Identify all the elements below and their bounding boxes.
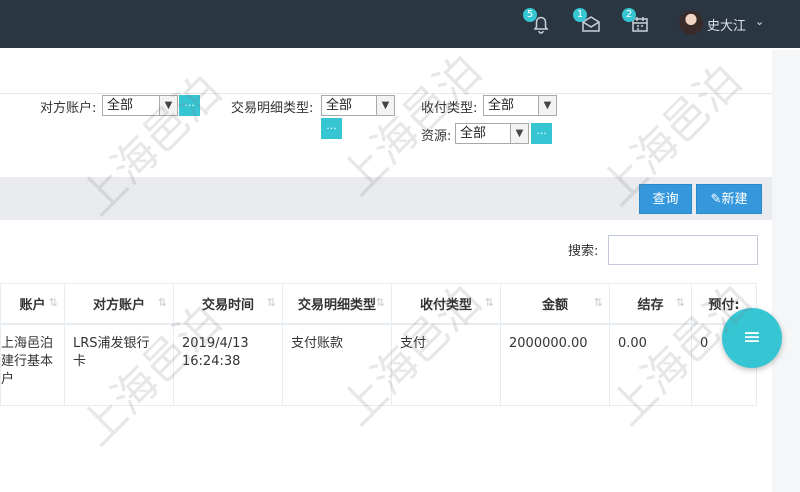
cell-time: 2019/4/13 16:24:38	[173, 323, 283, 406]
message-badge: 1	[573, 8, 587, 22]
pay-type-label: 收付类型:	[421, 101, 478, 116]
counterparty-account-value: 全部	[107, 98, 134, 113]
col-account[interactable]: 账户 ⇅	[0, 283, 65, 325]
new-button-label: 新建	[721, 192, 748, 207]
chevron-down-icon: ▼	[510, 124, 528, 143]
search-label: 搜索:	[568, 244, 599, 259]
avatar[interactable]	[679, 11, 703, 35]
sort-icon: ⇅	[48, 296, 58, 309]
detail-type-label: 交易明细类型:	[231, 101, 314, 116]
inbox-messages[interactable]: 1	[573, 8, 603, 36]
col-balance[interactable]: 结存 ⇅	[609, 283, 692, 325]
notification-bell[interactable]: 5	[523, 8, 553, 36]
quick-menu-button[interactable]: ≡	[722, 308, 782, 368]
counterparty-account-label: 对方账户:	[40, 101, 97, 116]
col-detail-type[interactable]: 交易明细类型 ⇅	[282, 283, 392, 325]
detail-type-select[interactable]: 全部 ▼	[321, 95, 395, 116]
sort-icon: ⇅	[675, 296, 685, 309]
source-more-button[interactable]: ...	[531, 123, 552, 144]
source-label: 资源:	[421, 129, 452, 144]
chevron-down-icon: ▼	[538, 96, 556, 115]
tasks-calendar[interactable]: 2	[622, 8, 652, 36]
col-time[interactable]: 交易时间 ⇅	[173, 283, 283, 325]
pencil-icon: ✎	[710, 192, 722, 207]
col-pay-type[interactable]: 收付类型 ⇅	[391, 283, 501, 325]
col-amount[interactable]: 金额 ⇅	[500, 283, 610, 325]
vertical-scrollbar[interactable]	[772, 50, 800, 492]
cell-account: 上海邑泊 建行基本 户	[0, 323, 65, 406]
source-select[interactable]: 全部 ▼	[455, 123, 529, 144]
counterparty-account-select[interactable]: 全部 ▼	[102, 95, 178, 116]
user-name[interactable]: 史大江	[707, 15, 746, 34]
cell-counterparty: LRS浦发银行 卡	[64, 323, 174, 406]
detail-type-more-button[interactable]: ...	[321, 118, 342, 139]
sort-icon: ⇅	[375, 296, 385, 309]
chevron-down-icon[interactable]: ⌄	[755, 15, 764, 28]
task-badge: 2	[622, 8, 636, 22]
cell-amount: 2000000.00	[500, 323, 610, 406]
chevron-down-icon: ▼	[376, 96, 394, 115]
sort-icon: ⇅	[484, 296, 494, 309]
cell-pay-type: 支付	[391, 323, 501, 406]
col-counterparty[interactable]: 对方账户 ⇅	[64, 283, 174, 325]
query-button[interactable]: 查询	[639, 184, 692, 214]
menu-icon: ≡	[742, 325, 762, 350]
notification-badge: 5	[523, 8, 537, 22]
new-button[interactable]: ✎新建	[696, 184, 762, 214]
cell-detail-type: 支付账款	[282, 323, 392, 406]
table-header-row: 账户 ⇅ 对方账户 ⇅ 交易时间 ⇅ 交易明细类型 ⇅ 收付类型 ⇅ 金额 ⇅ 结存 ⇅ 预付…	[0, 283, 757, 325]
pay-type-value: 全部	[488, 98, 515, 113]
transactions-table: 账户 ⇅ 对方账户 ⇅ 交易时间 ⇅ 交易明细类型 ⇅ 收付类型 ⇅ 金额 ⇅ 结存 ⇅ 预付…	[0, 283, 757, 406]
sort-icon: ⇅	[593, 296, 603, 309]
header-divider	[0, 93, 800, 94]
cell-balance: 0.00	[609, 323, 692, 406]
sort-icon: ⇅	[266, 296, 276, 309]
counterparty-account-more-button[interactable]: ...	[179, 95, 200, 116]
source-value: 全部	[460, 126, 487, 141]
pay-type-select[interactable]: 全部 ▼	[483, 95, 557, 116]
search-input[interactable]	[608, 235, 758, 265]
chevron-down-icon: ▼	[159, 96, 177, 115]
sort-icon: ⇅	[157, 296, 167, 309]
top-navbar: 5 1 2 史大江 ⌄	[0, 0, 800, 48]
table-row[interactable]: 上海邑泊 建行基本 户 LRS浦发银行 卡 2019/4/13 16:24:38…	[0, 323, 757, 406]
detail-type-value: 全部	[326, 98, 353, 113]
